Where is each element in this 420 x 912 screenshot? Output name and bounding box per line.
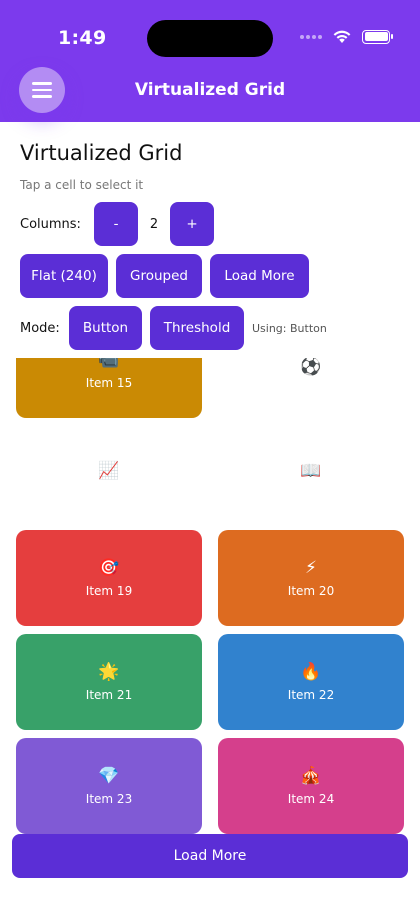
increment-columns-button[interactable]: + [170, 202, 214, 246]
grid-cell-label: Item 24 [287, 792, 335, 806]
grid-cell-label: Item 22 [287, 688, 335, 702]
grid-cell-label: Item 20 [287, 584, 335, 598]
grid-cell[interactable]: 🎯 Item 19 [16, 530, 202, 626]
page-subtitle: Tap a cell to select it [20, 178, 144, 192]
grid-cell[interactable]: 🎪 Item 24 [218, 738, 404, 834]
mode-status: Using: Button [252, 321, 327, 335]
soccer-ball-icon: ⚽ [300, 358, 322, 377]
grid-cell[interactable]: ⚡ Item 20 [218, 530, 404, 626]
page-title: Virtualized Grid [20, 141, 183, 165]
status-time: 1:49 [58, 27, 107, 49]
grid-cell[interactable]: 🔥 Item 22 [218, 634, 404, 730]
bottom-load-more-button[interactable]: Load More [12, 834, 408, 878]
battery-icon [362, 29, 393, 44]
grid-cell[interactable]: ⚽ [218, 358, 404, 418]
grid-cell-label: Item 23 [85, 792, 133, 806]
grid-cell[interactable]: 📖 [218, 426, 404, 522]
video-camera-icon: 📹 [98, 358, 120, 370]
target-icon: 🎯 [98, 558, 120, 578]
mode-threshold-option[interactable]: Threshold [150, 306, 244, 350]
grid-cell[interactable]: 📹 Item 15 [16, 358, 202, 418]
open-book-icon: 📖 [300, 461, 322, 481]
grid-cell-label: Item 15 [85, 376, 133, 390]
circus-tent-icon: 🎪 [300, 766, 322, 786]
grid-cell[interactable]: 💎 Item 23 [16, 738, 202, 834]
status-icons [300, 29, 393, 44]
fire-icon: 🔥 [300, 662, 322, 682]
grid-cell-label: Item 19 [85, 584, 133, 598]
columns-label: Columns: [20, 216, 81, 232]
dynamic-island [147, 20, 273, 57]
header-title: Virtualized Grid [134, 80, 286, 100]
columns-control: Columns: - 2 + [20, 202, 214, 246]
mode-control: Mode: Button Threshold Using: Button [20, 306, 327, 350]
mode-button-option[interactable]: Button [69, 306, 142, 350]
virtualized-grid[interactable]: 📹 Item 15 ⚽ 📈 📖 🎯 Item 19 ⚡ Item 20 🌟 It… [0, 358, 420, 844]
flat-button[interactable]: Flat (240) [20, 254, 108, 298]
grid-cell[interactable]: 🌟 Item 21 [16, 634, 202, 730]
load-more-button[interactable]: Load More [210, 254, 309, 298]
grouped-button[interactable]: Grouped [116, 254, 202, 298]
mode-label: Mode: [20, 320, 60, 336]
decrement-columns-button[interactable]: - [94, 202, 138, 246]
star-icon: 🌟 [98, 662, 120, 682]
app-header: 1:49 Virtualized Grid [0, 0, 420, 122]
chart-increasing-icon: 📈 [98, 461, 120, 481]
wifi-icon [333, 30, 351, 43]
grid-cell[interactable]: 📈 [16, 426, 202, 522]
data-source-buttons: Flat (240) Grouped Load More [20, 254, 309, 298]
grid-cell-label: Item 21 [85, 688, 133, 702]
signal-icon [300, 34, 322, 39]
columns-value: 2 [149, 216, 159, 232]
gem-icon: 💎 [98, 766, 120, 786]
lightning-icon: ⚡ [305, 558, 317, 578]
